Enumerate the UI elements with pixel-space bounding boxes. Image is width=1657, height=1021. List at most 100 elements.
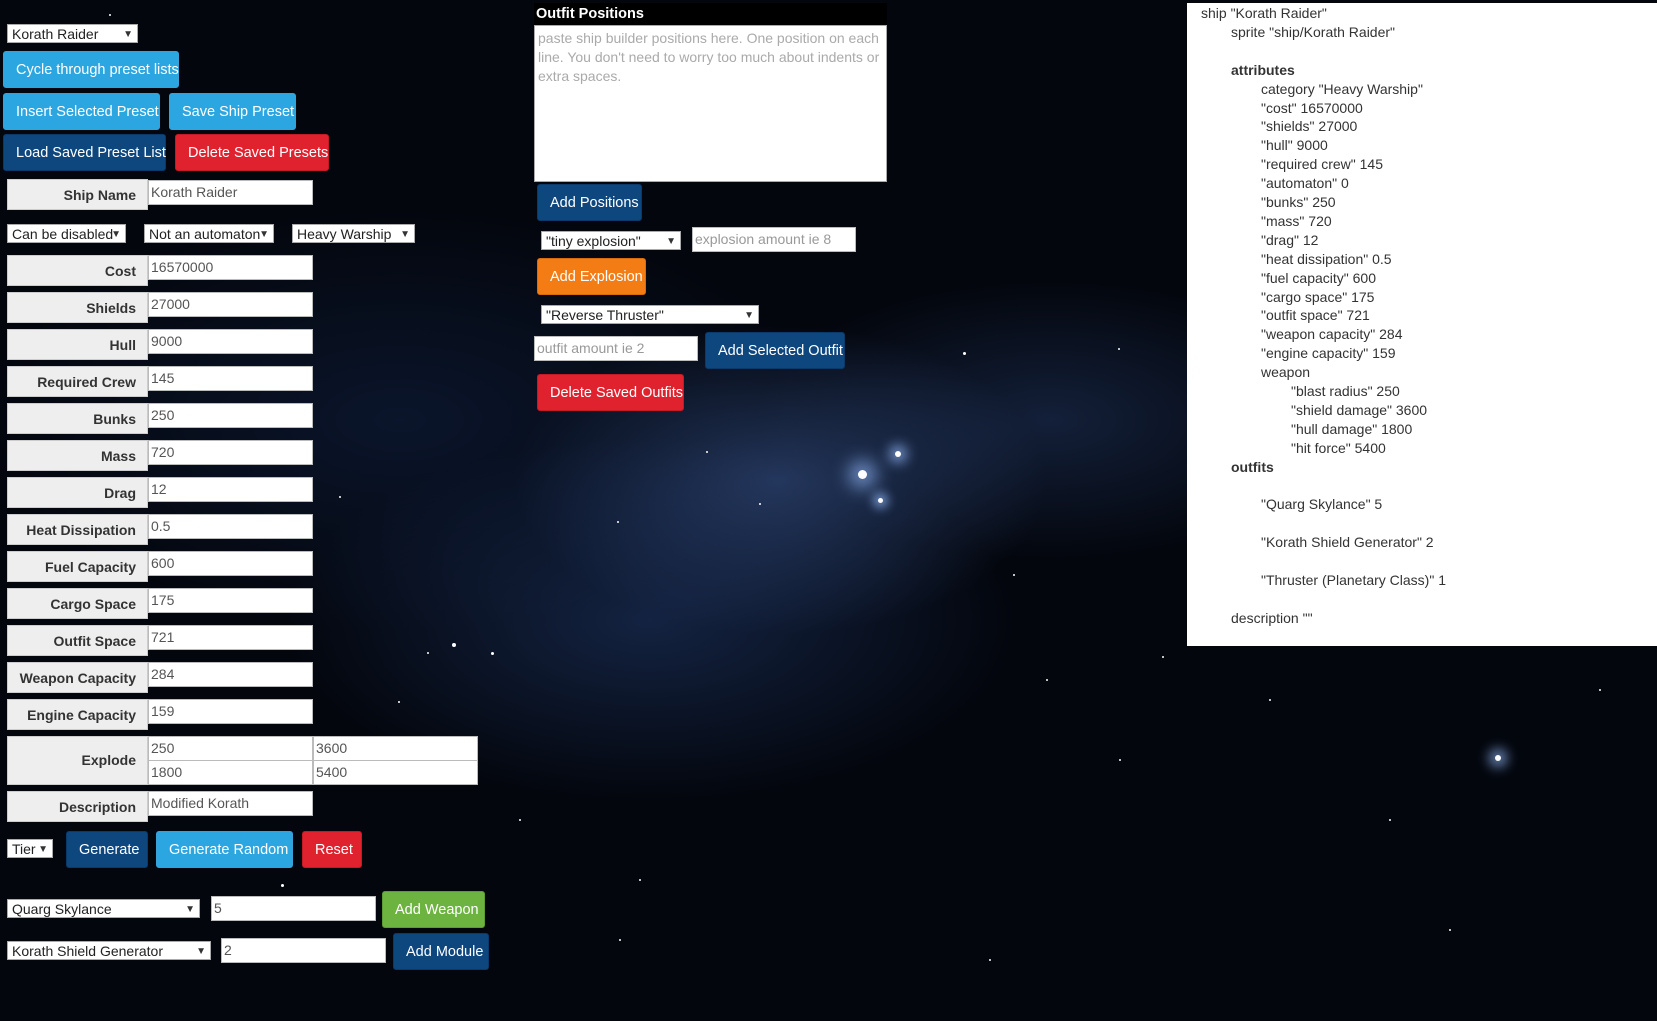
explosion-select-value: "tiny explosion" <box>546 233 641 249</box>
module-amount-input[interactable]: 2 <box>221 938 386 963</box>
tier-select-value: Tier <box>12 841 36 857</box>
load-preset-list-button[interactable]: Load Saved Preset List <box>3 134 166 171</box>
star-icon <box>398 701 400 703</box>
add-positions-button[interactable]: Add Positions <box>537 184 642 221</box>
category-select-value: Heavy Warship <box>297 226 392 242</box>
star-icon <box>339 496 341 498</box>
output-line: category "Heavy Warship" <box>1261 80 1423 97</box>
dropdown-arrow-icon: ▼ <box>259 229 269 240</box>
category-select[interactable]: Heavy Warship ▼ <box>292 224 415 243</box>
star-icon <box>427 652 429 654</box>
explosion-amount-input[interactable]: explosion amount ie 8 <box>692 227 856 252</box>
output-line: "fuel capacity" 600 <box>1261 269 1377 286</box>
star-icon <box>109 14 111 16</box>
hull-label: Hull <box>7 329 148 360</box>
star-icon <box>1269 699 1271 701</box>
cost-input[interactable]: 16570000 <box>148 255 313 280</box>
shield-damage-input[interactable]: 3600 <box>313 736 478 761</box>
star-icon <box>280 883 284 887</box>
output-line: "outfit space" 721 <box>1261 307 1370 324</box>
weapon-capacity-label: Weapon Capacity <box>7 662 148 693</box>
add-explosion-button[interactable]: Add Explosion <box>537 258 646 295</box>
output-line: attributes <box>1231 61 1295 78</box>
explosion-amount-placeholder: explosion amount ie 8 <box>695 231 832 247</box>
automaton-select[interactable]: Not an automaton ▼ <box>144 224 274 243</box>
module-select[interactable]: Korath Shield Generator ▼ <box>7 941 211 960</box>
star-icon <box>1119 759 1121 761</box>
heat-dissipation-input[interactable]: 0.5 <box>148 514 313 539</box>
dropdown-arrow-icon: ▼ <box>185 904 195 915</box>
disable-select[interactable]: Can be disabled ▼ <box>7 224 126 243</box>
dropdown-arrow-icon: ▼ <box>38 844 48 855</box>
dropdown-arrow-icon: ▼ <box>123 29 133 40</box>
hull-damage-input[interactable]: 1800 <box>148 760 313 785</box>
add-weapon-button[interactable]: Add Weapon <box>382 891 485 928</box>
generate-button[interactable]: Generate <box>66 831 148 868</box>
delete-saved-outfits-button[interactable]: Delete Saved Outfits <box>537 374 684 411</box>
ship-name-label: Ship Name <box>7 179 148 210</box>
add-selected-outfit-button[interactable]: Add Selected Outfit <box>705 332 845 369</box>
tier-select[interactable]: Tier ▼ <box>7 839 53 858</box>
required-crew-input[interactable]: 145 <box>148 366 313 391</box>
description-input[interactable]: Modified Korath <box>148 791 313 816</box>
save-preset-button[interactable]: Save Ship Preset <box>169 93 296 130</box>
cargo-space-input[interactable]: 175 <box>148 588 313 613</box>
positions-textarea[interactable]: paste ship builder positions here. One p… <box>534 25 887 182</box>
output-line: outfits <box>1231 458 1274 475</box>
star-icon <box>452 643 456 647</box>
weapon-select[interactable]: Quarg Skylance ▼ <box>7 899 200 918</box>
output-line: "hull damage" 1800 <box>1291 420 1413 437</box>
description-label: Description <box>7 791 148 822</box>
ship-name-input[interactable]: Korath Raider <box>148 180 313 205</box>
preset-select[interactable]: Korath Raider ▼ <box>7 24 138 43</box>
mass-input[interactable]: 720 <box>148 440 313 465</box>
delete-presets-button[interactable]: Delete Saved Presets <box>175 134 329 171</box>
blast-radius-input[interactable]: 250 <box>148 736 313 761</box>
explode-label: Explode <box>7 736 148 785</box>
hull-input[interactable]: 9000 <box>148 329 313 354</box>
output-line: "mass" 720 <box>1261 212 1332 229</box>
outfit-positions-title: Outfit Positions <box>534 3 887 25</box>
outfit-amount-input[interactable]: outfit amount ie 2 <box>534 336 698 361</box>
fuel-capacity-input[interactable]: 600 <box>148 551 313 576</box>
star-icon <box>1118 348 1120 350</box>
cycle-presets-button[interactable]: Cycle through preset lists <box>3 51 179 88</box>
dropdown-arrow-icon: ▼ <box>400 229 410 240</box>
weapon-capacity-input[interactable]: 284 <box>148 662 313 687</box>
shields-label: Shields <box>7 292 148 323</box>
drag-input[interactable]: 12 <box>148 477 313 502</box>
shields-input[interactable]: 27000 <box>148 292 313 317</box>
hit-force-input[interactable]: 5400 <box>313 760 478 785</box>
output-line: "cargo space" 175 <box>1261 288 1375 305</box>
star-icon <box>1046 679 1048 681</box>
mass-label: Mass <box>7 440 148 471</box>
outfit-space-input[interactable]: 721 <box>148 625 313 650</box>
output-line: "hull" 9000 <box>1261 137 1328 154</box>
output-line: "weapon capacity" 284 <box>1261 326 1403 343</box>
insert-preset-button[interactable]: Insert Selected Preset <box>3 93 160 130</box>
output-line: "cost" 16570000 <box>1261 99 1363 116</box>
star-icon <box>895 451 901 457</box>
drag-label: Drag <box>7 477 148 508</box>
ship-definition-output: ship "Korath Raider" sprite "ship/Korath … <box>1187 3 1657 646</box>
dropdown-arrow-icon: ▼ <box>196 946 206 957</box>
automaton-select-value: Not an automaton <box>149 226 261 242</box>
weapon-amount-input[interactable]: 5 <box>211 896 376 921</box>
fuel-capacity-label: Fuel Capacity <box>7 551 148 582</box>
engine-capacity-input[interactable]: 159 <box>148 699 313 724</box>
reset-button[interactable]: Reset <box>302 831 362 868</box>
output-line: "hit force" 5400 <box>1291 439 1386 456</box>
star-icon <box>962 351 966 355</box>
add-module-button[interactable]: Add Module <box>393 933 489 970</box>
generate-random-button[interactable]: Generate Random <box>156 831 293 868</box>
output-line: "Thruster (Planetary Class)" 1 <box>1261 572 1446 588</box>
output-line: sprite "ship/Korath Raider" <box>1231 23 1396 40</box>
output-line: "shield damage" 3600 <box>1291 401 1428 418</box>
output-line: "required crew" 145 <box>1261 156 1384 173</box>
star-icon <box>619 939 621 941</box>
output-line: "engine capacity" 159 <box>1261 345 1396 362</box>
explosion-select[interactable]: "tiny explosion" ▼ <box>541 231 681 250</box>
bunks-input[interactable]: 250 <box>148 403 313 428</box>
outfit-select[interactable]: "Reverse Thruster" ▼ <box>541 305 759 324</box>
cost-label: Cost <box>7 255 148 286</box>
